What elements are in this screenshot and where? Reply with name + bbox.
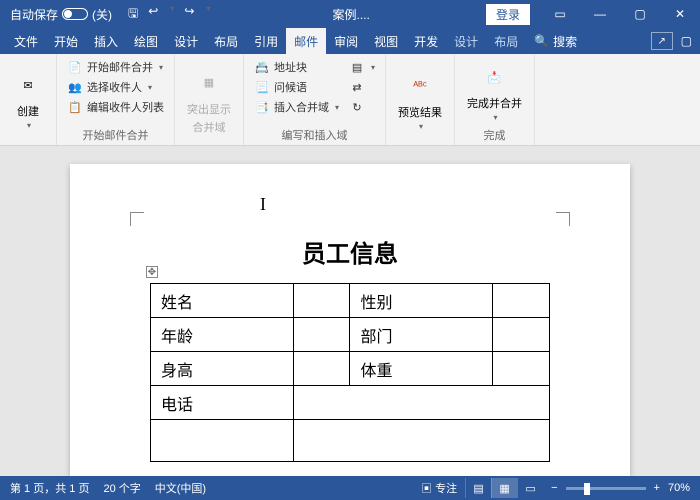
document-area[interactable]: I 员工信息 ✥ 姓名性别 年龄部门 身高体重 电话 bbox=[0, 146, 700, 476]
undo-icon[interactable]: ↩ bbox=[148, 4, 158, 25]
table-row: 电话 bbox=[151, 386, 550, 420]
table-row bbox=[151, 420, 550, 462]
merge-field-icon: 📑 bbox=[254, 99, 270, 115]
share-button[interactable]: ↗ bbox=[651, 32, 673, 50]
doc-heading[interactable]: 员工信息 bbox=[116, 234, 584, 269]
search-button[interactable]: 🔍 搜索 bbox=[526, 33, 585, 50]
tab-view[interactable]: 视图 bbox=[366, 28, 406, 54]
ribbon-tabs: 文件 开始 插入 绘图 设计 布局 引用 邮件 审阅 视图 开发 设计 布局 🔍… bbox=[0, 28, 700, 54]
chevron-down-icon: ▾ bbox=[27, 121, 31, 130]
tab-table-layout[interactable]: 布局 bbox=[486, 28, 526, 54]
tab-file[interactable]: 文件 bbox=[6, 28, 46, 54]
ribbon: ✉ 创建 ▾ 📄 开始邮件合并▾ 👥 选择收件人▾ 📋 编辑收件人列表 bbox=[0, 54, 700, 146]
maximize-icon[interactable]: ▢ bbox=[620, 0, 660, 28]
undo-dropdown-icon[interactable]: ▾ bbox=[170, 4, 174, 25]
edit-recipient-list-button[interactable]: 📋 编辑收件人列表 bbox=[65, 98, 166, 116]
update-labels-button[interactable]: ↻ bbox=[347, 98, 377, 116]
match-fields-button[interactable]: ⇄ bbox=[347, 78, 377, 96]
focus-mode-button[interactable]: ▣ 专注 bbox=[421, 480, 457, 496]
margin-marker-tr-icon bbox=[556, 212, 570, 226]
zoom-out-button[interactable]: − bbox=[551, 482, 557, 494]
chevron-down-icon: ▾ bbox=[419, 122, 423, 131]
chevron-down-icon: ▾ bbox=[494, 113, 498, 122]
create-envelopes-button[interactable]: ✉ 创建 ▾ bbox=[8, 58, 48, 141]
mail-merge-icon: 📄 bbox=[67, 59, 83, 75]
finish-merge-button[interactable]: 📩 完成并合并 ▾ bbox=[463, 58, 526, 125]
tab-developer[interactable]: 开发 bbox=[406, 28, 446, 54]
tab-insert[interactable]: 插入 bbox=[86, 28, 126, 54]
match-icon: ⇄ bbox=[349, 79, 365, 95]
group-label-start-merge: 开始邮件合并 bbox=[65, 125, 166, 143]
text-cursor-icon: I bbox=[260, 194, 266, 215]
status-bar: 第 1 页，共 1 页 20 个字 中文(中国) ▣ 专注 ▤ ▦ ▭ − + … bbox=[0, 476, 700, 500]
ribbon-options-icon[interactable]: ▭ bbox=[540, 0, 580, 28]
select-recipients-button[interactable]: 👥 选择收件人▾ bbox=[65, 78, 166, 96]
qat-customize-icon[interactable]: ▾ bbox=[206, 4, 210, 25]
table-row: 年龄部门 bbox=[151, 318, 550, 352]
page[interactable]: I 员工信息 ✥ 姓名性别 年龄部门 身高体重 电话 bbox=[70, 164, 630, 476]
tab-home[interactable]: 开始 bbox=[46, 28, 86, 54]
insert-merge-field-button[interactable]: 📑 插入合并域▾ bbox=[252, 98, 341, 116]
tab-draw[interactable]: 绘图 bbox=[126, 28, 166, 54]
zoom-level[interactable]: 70% bbox=[668, 482, 690, 494]
rules-icon: ▤ bbox=[349, 59, 365, 75]
close-icon[interactable]: ✕ bbox=[660, 0, 700, 28]
web-layout-button[interactable]: ▭ bbox=[517, 478, 543, 498]
autosave-toggle[interactable]: 自动保存 (关) bbox=[0, 6, 122, 23]
login-button[interactable]: 登录 bbox=[486, 4, 530, 25]
search-icon: 🔍 bbox=[534, 34, 549, 48]
tab-references[interactable]: 引用 bbox=[246, 28, 286, 54]
group-label-finish: 完成 bbox=[463, 125, 526, 143]
word-count[interactable]: 20 个字 bbox=[103, 480, 140, 496]
comments-icon[interactable]: ▢ bbox=[681, 34, 692, 48]
highlight-icon: ▦ bbox=[193, 67, 225, 99]
tab-table-design[interactable]: 设计 bbox=[446, 28, 486, 54]
table-row: 身高体重 bbox=[151, 352, 550, 386]
table-move-handle-icon[interactable]: ✥ bbox=[146, 266, 158, 278]
highlight-merge-fields-button: ▦ 突出显示 合并域 bbox=[183, 58, 235, 143]
tab-design[interactable]: 设计 bbox=[166, 28, 206, 54]
recipients-icon: 👥 bbox=[67, 79, 83, 95]
address-block-button[interactable]: 📇 地址块 bbox=[252, 58, 341, 76]
start-mail-merge-button[interactable]: 📄 开始邮件合并▾ bbox=[65, 58, 166, 76]
redo-icon[interactable]: ↪ bbox=[184, 4, 194, 25]
greeting-icon: 📃 bbox=[254, 79, 270, 95]
preview-icon: ᴬᴮᶜ bbox=[404, 70, 436, 102]
address-icon: 📇 bbox=[254, 59, 270, 75]
read-mode-button[interactable]: ▤ bbox=[465, 478, 491, 498]
margin-marker-tl-icon bbox=[130, 212, 144, 226]
toggle-off-icon bbox=[62, 8, 88, 20]
update-icon: ↻ bbox=[349, 99, 365, 115]
save-icon[interactable]: 🖫 bbox=[128, 4, 138, 25]
group-label-write-insert: 编写和插入域 bbox=[252, 125, 377, 143]
finish-icon: 📩 bbox=[479, 61, 511, 93]
zoom-slider[interactable] bbox=[566, 487, 646, 490]
preview-results-button[interactable]: ᴬᴮᶜ 预览结果 ▾ bbox=[394, 58, 446, 143]
envelope-icon: ✉ bbox=[12, 69, 44, 101]
page-indicator[interactable]: 第 1 页，共 1 页 bbox=[10, 480, 89, 496]
minimize-icon[interactable]: — bbox=[580, 0, 620, 28]
greeting-line-button[interactable]: 📃 问候语 bbox=[252, 78, 341, 96]
edit-list-icon: 📋 bbox=[67, 99, 83, 115]
table-row: 姓名性别 bbox=[151, 284, 550, 318]
document-title: 案例.... bbox=[216, 6, 486, 23]
language-indicator[interactable]: 中文(中国) bbox=[155, 480, 206, 496]
tab-review[interactable]: 审阅 bbox=[326, 28, 366, 54]
rules-button[interactable]: ▤▾ bbox=[347, 58, 377, 76]
employee-table[interactable]: 姓名性别 年龄部门 身高体重 电话 bbox=[150, 283, 550, 462]
print-layout-button[interactable]: ▦ bbox=[491, 478, 517, 498]
zoom-in-button[interactable]: + bbox=[654, 482, 660, 494]
tab-mailings[interactable]: 邮件 bbox=[286, 28, 326, 54]
tab-layout[interactable]: 布局 bbox=[206, 28, 246, 54]
group-label-create bbox=[8, 141, 48, 143]
